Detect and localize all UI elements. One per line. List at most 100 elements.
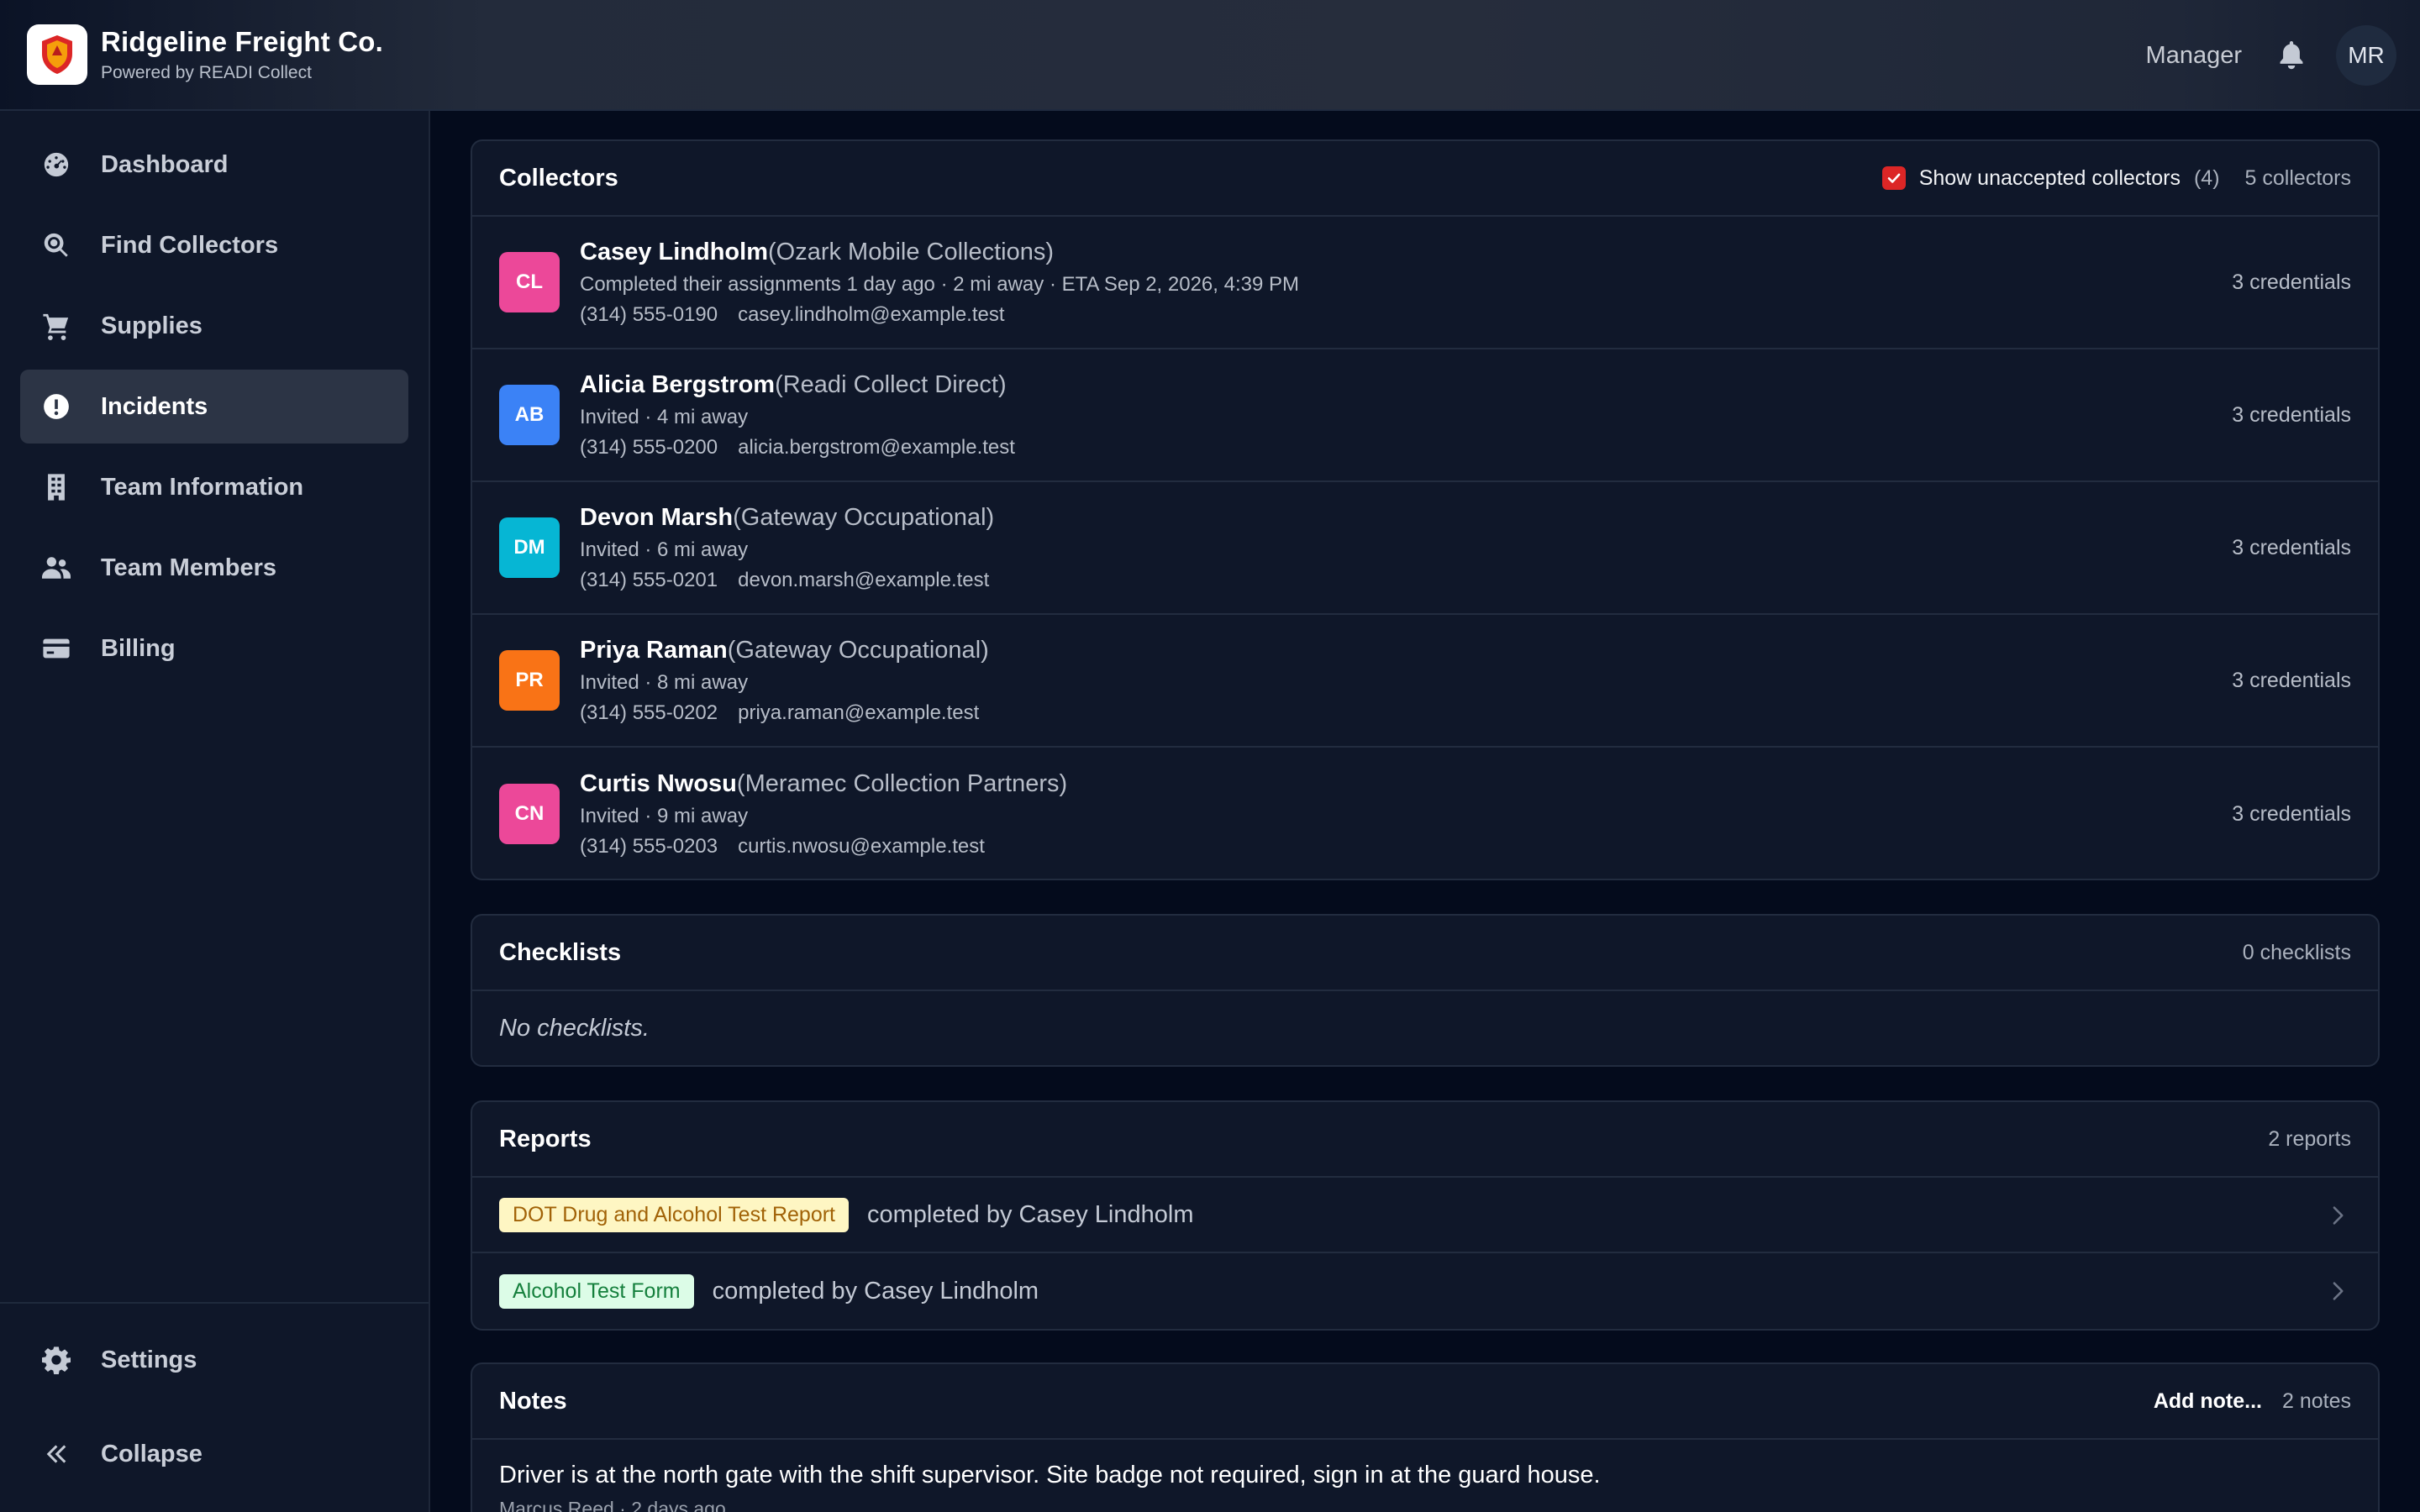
collector-status: Invited · 6 mi away	[580, 538, 749, 561]
sidebar-item-incidents[interactable]: Incidents	[20, 370, 408, 444]
collector-phone[interactable]: (314) 555-0203	[580, 835, 718, 858]
checklists-header: Checklists 0 checklists	[472, 916, 2378, 991]
role-switcher[interactable]: Manager	[2146, 42, 2242, 70]
show-unaccepted-label[interactable]: Show unaccepted collectors	[1919, 166, 2181, 191]
collector-name: Casey Lindholm	[580, 238, 768, 265]
collector-phone[interactable]: (314) 555-0201	[580, 569, 718, 591]
sidebar-item-find-collectors[interactable]: Find Collectors	[20, 208, 408, 282]
report-row[interactable]: DOT Drug and Alcohol Test Report complet…	[472, 1178, 2378, 1253]
collector-row[interactable]: CN Curtis Nwosu(Meramec Collection Partn…	[472, 748, 2378, 879]
collector-credentials[interactable]: 3 credentials	[2232, 536, 2351, 560]
shield-logo-icon	[42, 35, 72, 74]
brand[interactable]: Ridgeline Freight Co. Powered by READI C…	[27, 24, 383, 85]
collector-avatar: AB	[499, 385, 560, 445]
collector-credentials[interactable]: 3 credentials	[2232, 669, 2351, 693]
company-logo	[27, 24, 87, 85]
collector-email[interactable]: casey.lindholm@example.test	[738, 303, 1004, 326]
notes-header: Notes Add note... 2 notes	[472, 1364, 2378, 1440]
bell-icon	[2280, 41, 2303, 70]
collector-status: Invited · 4 mi away	[580, 405, 749, 428]
chevron-right-icon	[2333, 1206, 2344, 1225]
collector-row[interactable]: DM Devon Marsh(Gateway Occupational) Inv…	[472, 482, 2378, 615]
sidebar-item-settings[interactable]: Settings	[20, 1323, 408, 1397]
sidebar-item-team-information[interactable]: Team Information	[20, 450, 408, 524]
note-meta: Marcus Reed · 2 days ago	[499, 1498, 726, 1512]
sidebar-item-label: Billing	[101, 634, 176, 662]
notifications-bell-icon[interactable]	[2274, 38, 2309, 73]
reports-count: 2 reports	[2268, 1126, 2351, 1151]
collector-email[interactable]: alicia.bergstrom@example.test	[738, 436, 1015, 459]
reports-title: Reports	[499, 1125, 592, 1152]
checklists-title: Checklists	[499, 938, 622, 966]
collector-avatar: CN	[499, 784, 560, 844]
building-icon	[42, 473, 71, 501]
sidebar-item-label: Collapse	[101, 1440, 203, 1467]
sidebar-item-label: Dashboard	[101, 150, 229, 178]
collector-row[interactable]: PR Priya Raman(Gateway Occupational) Inv…	[472, 615, 2378, 748]
note-item: Driver is at the north gate with the shi…	[472, 1440, 2378, 1512]
reports-panel: Reports 2 reports DOT Drug and Alcohol T…	[471, 1100, 2380, 1331]
report-completed-by: completed by Casey Lindholm	[867, 1200, 1194, 1228]
collector-organization: (Meramec Collection Partners)	[736, 769, 1068, 797]
notes-count: 2 notes	[2281, 1389, 2351, 1413]
checklists-empty-message: No checklists.	[499, 1014, 650, 1042]
magnifier-icon	[42, 231, 71, 260]
user-avatar[interactable]: MR	[2336, 25, 2396, 86]
gauge-icon	[42, 150, 71, 179]
sidebar-item-dashboard[interactable]: Dashboard	[20, 128, 408, 202]
collector-phone[interactable]: (314) 555-0200	[580, 436, 718, 459]
sidebar-divider	[0, 1302, 429, 1304]
collector-credentials[interactable]: 3 credentials	[2232, 270, 2351, 295]
checklists-panel: Checklists 0 checklists No checklists.	[471, 914, 2380, 1067]
show-unaccepted-checkbox[interactable]	[1881, 166, 1906, 190]
add-note-button[interactable]: Add note...	[2154, 1389, 2262, 1414]
collectors-count: 5 collectors	[2244, 165, 2351, 190]
collector-row[interactable]: AB Alicia Bergstrom(Readi Collect Direct…	[472, 349, 2378, 482]
collectors-panel: Collectors Show unaccepted collectors (4…	[471, 139, 2380, 880]
collector-credentials[interactable]: 3 credentials	[2232, 403, 2351, 428]
users-icon	[42, 554, 71, 582]
main-content: Collectors Show unaccepted collectors (4…	[432, 111, 2420, 1512]
double-chevron-left-icon	[42, 1440, 71, 1468]
collector-email[interactable]: curtis.nwosu@example.test	[738, 835, 985, 858]
collectors-title: Collectors	[499, 164, 618, 192]
sidebar-item-label: Team Information	[101, 473, 304, 501]
reports-header: Reports 2 reports	[472, 1102, 2378, 1178]
notes-title: Notes	[499, 1387, 567, 1415]
sidebar: Dashboard Find Collectors Supplies Incid…	[0, 111, 430, 1512]
collector-organization: (Gateway Occupational)	[727, 636, 989, 664]
chevron-right-icon	[2333, 1282, 2344, 1300]
collector-organization: (Readi Collect Direct)	[775, 370, 1007, 398]
cart-icon	[42, 312, 71, 340]
collector-email[interactable]: devon.marsh@example.test	[738, 569, 989, 591]
collector-row[interactable]: CL Casey Lindholm(Ozark Mobile Collectio…	[472, 217, 2378, 349]
notes-panel: Notes Add note... 2 notes Driver is at t…	[471, 1362, 2380, 1512]
sidebar-item-label: Incidents	[101, 392, 208, 420]
collector-phone[interactable]: (314) 555-0202	[580, 701, 718, 724]
collector-phone[interactable]: (314) 555-0190	[580, 303, 718, 326]
sidebar-collapse-button[interactable]: Collapse	[20, 1417, 408, 1491]
collector-name: Alicia Bergstrom	[580, 370, 776, 398]
collector-avatar: DM	[499, 517, 560, 578]
credit-card-icon	[42, 634, 71, 663]
collector-avatar: CL	[499, 252, 560, 312]
collector-status: Invited · 8 mi away	[580, 670, 749, 694]
collectors-header: Collectors Show unaccepted collectors (4…	[472, 141, 2378, 217]
sidebar-item-supplies[interactable]: Supplies	[20, 289, 408, 363]
report-row[interactable]: Alcohol Test Form completed by Casey Lin…	[472, 1253, 2378, 1329]
collector-credentials[interactable]: 3 credentials	[2232, 802, 2351, 827]
sidebar-item-label: Find Collectors	[101, 231, 279, 259]
collector-email[interactable]: priya.raman@example.test	[738, 701, 979, 724]
report-type-badge: DOT Drug and Alcohol Test Report	[499, 1197, 849, 1232]
sidebar-item-label: Supplies	[101, 312, 203, 339]
collector-avatar: PR	[499, 650, 560, 711]
report-completed-by: completed by Casey Lindholm	[712, 1277, 1039, 1305]
company-name: Ridgeline Freight Co.	[101, 26, 384, 57]
collector-status: Completed their assignments 1 day ago · …	[580, 272, 1299, 296]
unaccepted-count: (4)	[2193, 165, 2220, 190]
collector-status: Invited · 9 mi away	[580, 804, 749, 827]
top-bar: Ridgeline Freight Co. Powered by READI C…	[0, 0, 2420, 111]
collector-name: Curtis Nwosu	[580, 769, 737, 797]
sidebar-item-billing[interactable]: Billing	[20, 612, 408, 685]
sidebar-item-team-members[interactable]: Team Members	[20, 531, 408, 605]
